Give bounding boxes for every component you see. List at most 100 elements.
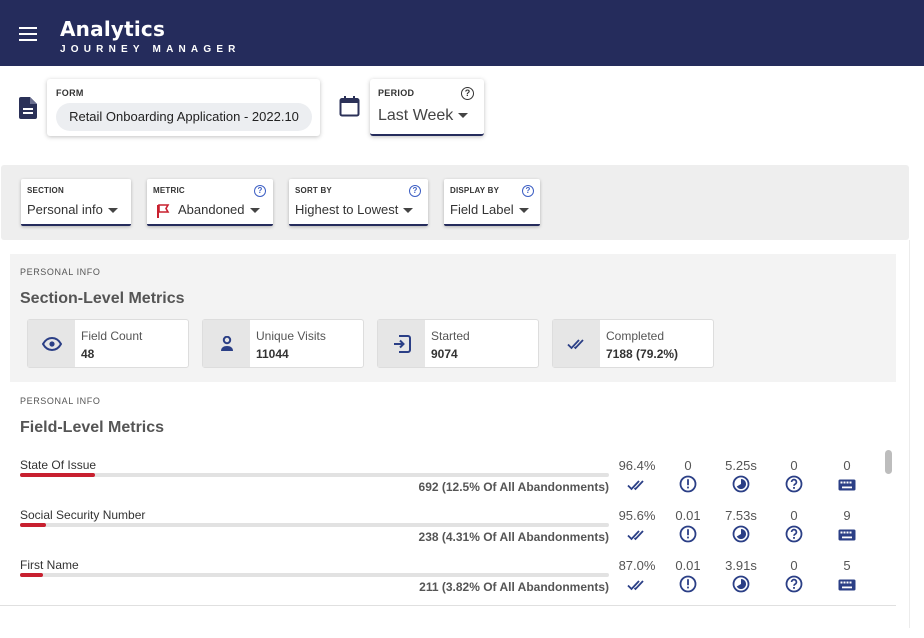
scrollbar-thumb[interactable] <box>885 450 892 474</box>
metric-card-field-count: Field Count 48 <box>27 319 189 368</box>
stat-completion: 95.6% <box>618 508 656 523</box>
double-check-icon <box>627 478 647 491</box>
filter-value: Abandoned <box>156 202 260 218</box>
eye-icon <box>41 336 62 351</box>
stat-time: 5.25s <box>725 458 757 473</box>
filter-label: SORT BY <box>295 186 332 195</box>
timer-icon <box>732 575 750 593</box>
stat-help: 0 <box>790 558 798 573</box>
period-label: PERIOD <box>378 88 415 98</box>
help-icon[interactable]: ? <box>522 185 534 197</box>
abandon-bar <box>20 523 609 527</box>
login-icon <box>393 334 411 353</box>
chevron-down-icon <box>107 208 118 214</box>
stat-time: 3.91s <box>725 558 757 573</box>
help-circle-icon <box>785 475 803 493</box>
chevron-down-icon <box>403 208 414 214</box>
abandon-bar <box>20 573 609 577</box>
field-name[interactable]: Social Security Number <box>20 508 145 522</box>
exclamation-circle-icon <box>679 525 697 543</box>
metric-value: 11044 <box>256 347 289 361</box>
abandon-count: 211 (3.82% Of All Abandonments) <box>419 580 609 594</box>
filter-label: METRIC <box>153 186 185 195</box>
stat-completion: 96.4% <box>618 458 656 473</box>
abandon-bar <box>20 473 609 477</box>
metric-label: Completed <box>606 329 665 343</box>
stat-time: 7.53s <box>725 508 757 523</box>
keyboard-icon <box>838 578 856 591</box>
metric-value: 48 <box>81 347 95 361</box>
sort-value: Highest to Lowest <box>295 202 399 217</box>
keyboard-icon <box>838 528 856 541</box>
filter-value: Highest to Lowest <box>295 202 414 217</box>
period-selector: PERIOD ? Last Week <box>370 79 484 136</box>
stat-errors: 0.01 <box>675 558 701 573</box>
display-filter[interactable]: DISPLAY BY ? Field Label <box>444 179 540 226</box>
help-icon[interactable]: ? <box>409 185 421 197</box>
field-name[interactable]: State Of Issue <box>20 458 96 472</box>
field-caption: PERSONAL INFO <box>20 396 101 406</box>
double-check-icon <box>566 338 584 349</box>
stat-completion: 87.0% <box>618 558 656 573</box>
stat-keys: 9 <box>843 508 851 523</box>
person-icon <box>220 335 233 351</box>
exclamation-circle-icon <box>679 575 697 593</box>
timer-icon <box>732 475 750 493</box>
stat-errors: 0.01 <box>675 508 701 523</box>
exclamation-circle-icon <box>679 475 697 493</box>
section-caption: PERSONAL INFO <box>20 267 101 277</box>
calendar-icon <box>339 96 360 117</box>
metric-label: Field Count <box>81 329 143 343</box>
section-filter[interactable]: SECTION Personal info <box>21 179 131 226</box>
field-name[interactable]: First Name <box>20 558 79 572</box>
app-header: Analytics JOURNEY MANAGER <box>0 0 924 66</box>
help-circle-icon <box>785 575 803 593</box>
divider <box>0 605 896 606</box>
sort-filter[interactable]: SORT BY ? Highest to Lowest <box>289 179 428 226</box>
metric-card-started: Started 9074 <box>377 319 539 368</box>
abandon-bar-fill <box>20 473 95 477</box>
filter-value: Personal info <box>27 202 118 217</box>
abandon-bar-fill <box>20 573 43 577</box>
stat-help: 0 <box>790 508 798 523</box>
stat-errors: 0 <box>684 458 692 473</box>
period-select[interactable]: Last Week <box>378 107 469 125</box>
abandon-count: 238 (4.31% Of All Abandonments) <box>418 530 609 544</box>
keyboard-icon <box>838 478 856 491</box>
form-label: FORM <box>56 88 84 98</box>
abandon-count: 692 (12.5% Of All Abandonments) <box>418 480 609 494</box>
display-value: Field Label <box>450 202 514 217</box>
double-check-icon <box>627 578 647 591</box>
menu-icon[interactable] <box>19 27 37 41</box>
double-check-icon <box>627 528 647 541</box>
form-select[interactable]: Retail Onboarding Application - 2022.10 <box>56 103 312 131</box>
field-metrics-title: Field-Level Metrics <box>20 419 165 436</box>
help-icon[interactable]: ? <box>461 87 474 100</box>
stat-help: 0 <box>790 458 798 473</box>
document-icon <box>19 97 37 119</box>
help-circle-icon <box>785 525 803 543</box>
period-value: Last Week <box>378 107 454 124</box>
metric-value: Abandoned <box>178 202 245 217</box>
stat-keys: 5 <box>843 558 851 573</box>
metric-card-completed: Completed 7188 (79.2%) <box>552 319 714 368</box>
help-icon[interactable]: ? <box>254 185 266 197</box>
filter-label: DISPLAY BY <box>450 186 500 195</box>
metric-card-unique-visits: Unique Visits 11044 <box>202 319 364 368</box>
app-title: Analytics <box>60 17 166 41</box>
stat-keys: 0 <box>843 458 851 473</box>
form-selector: FORM Retail Onboarding Application - 202… <box>47 79 320 136</box>
metric-label: Started <box>431 329 470 343</box>
divider <box>909 240 910 628</box>
filter-label: SECTION <box>27 186 64 195</box>
abandon-bar-fill <box>20 523 46 527</box>
timer-icon <box>732 525 750 543</box>
metric-value: 9074 <box>431 347 458 361</box>
filter-value: Field Label <box>450 202 529 217</box>
chevron-down-icon <box>249 208 260 214</box>
app-subtitle: JOURNEY MANAGER <box>60 44 241 55</box>
metric-filter[interactable]: METRIC ? Abandoned <box>147 179 273 226</box>
section-value: Personal info <box>27 202 103 217</box>
chevron-down-icon <box>518 208 529 214</box>
flag-icon <box>157 203 170 218</box>
